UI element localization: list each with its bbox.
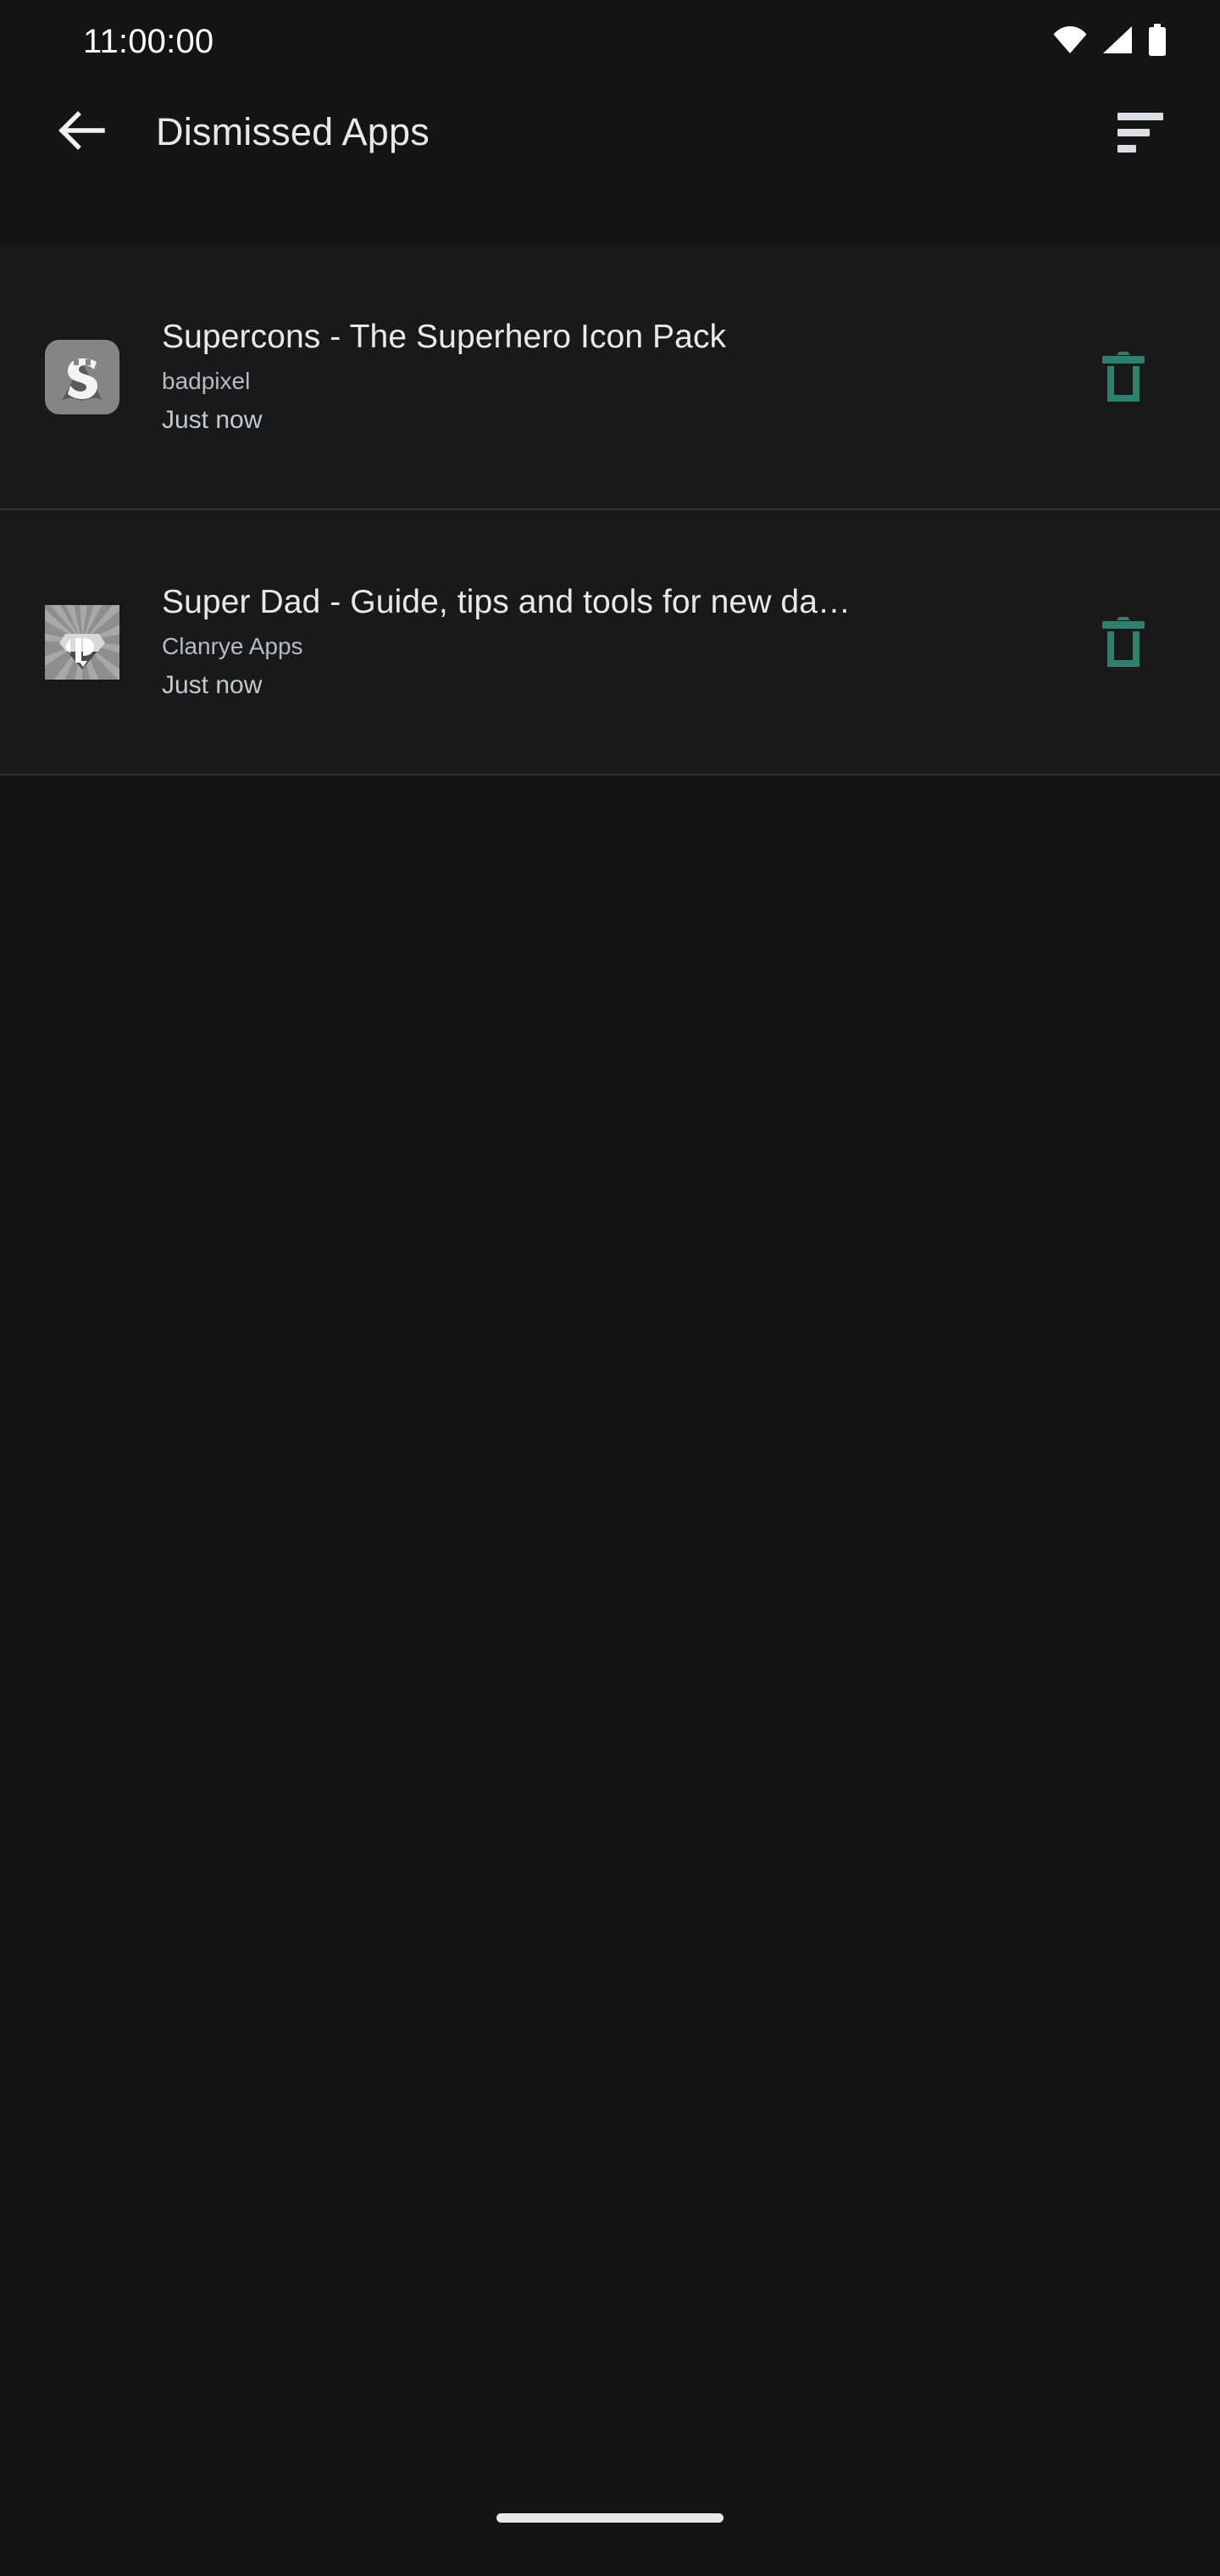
- app-developer: Clanrye Apps: [162, 632, 303, 659]
- wifi-icon: [1052, 25, 1088, 58]
- delete-button[interactable]: [1073, 591, 1174, 693]
- list-item[interactable]: Super Dad - Guide, tips and tools for ne…: [0, 510, 1220, 775]
- home-indicator[interactable]: [496, 2513, 724, 2523]
- back-button[interactable]: [34, 85, 129, 180]
- sort-icon: [1117, 112, 1163, 153]
- arrow-back-icon: [58, 109, 105, 156]
- battery-icon: [1147, 23, 1167, 60]
- status-clock: 11:00:00: [83, 22, 214, 60]
- app-timestamp: Just now: [162, 405, 263, 434]
- screen-root: 11:00:00 Dismissed Apps Supercons - The …: [0, 0, 1220, 2576]
- app-title: Super Dad - Guide, tips and tools for ne…: [162, 583, 851, 620]
- list-item[interactable]: Supercons - The Superhero Icon Pack badp…: [0, 245, 1220, 510]
- delete-icon: [1101, 616, 1146, 669]
- cellular-signal-icon: [1101, 25, 1134, 58]
- delete-button[interactable]: [1073, 326, 1174, 428]
- supercons-app-icon: [45, 339, 119, 414]
- app-developer: badpixel: [162, 367, 251, 394]
- sort-button[interactable]: [1096, 88, 1184, 176]
- page-title: Dismissed Apps: [156, 110, 430, 153]
- dismissed-apps-list: Supercons - The Superhero Icon Pack badp…: [0, 245, 1220, 775]
- delete-icon: [1101, 351, 1146, 403]
- app-timestamp: Just now: [162, 670, 263, 699]
- app-bar: Dismissed Apps: [0, 83, 1220, 181]
- empty-list-area: [0, 779, 1220, 2482]
- status-bar: 11:00:00: [0, 0, 1220, 83]
- list-item-text: Super Dad - Guide, tips and tools for ne…: [162, 581, 1056, 703]
- list-item-text: Supercons - The Superhero Icon Pack badp…: [162, 316, 1056, 438]
- status-icon-group: [1052, 23, 1167, 60]
- super-dad-app-icon: [45, 604, 119, 680]
- navigation-bar: [0, 2482, 1220, 2576]
- app-title: Supercons - The Superhero Icon Pack: [162, 318, 727, 355]
